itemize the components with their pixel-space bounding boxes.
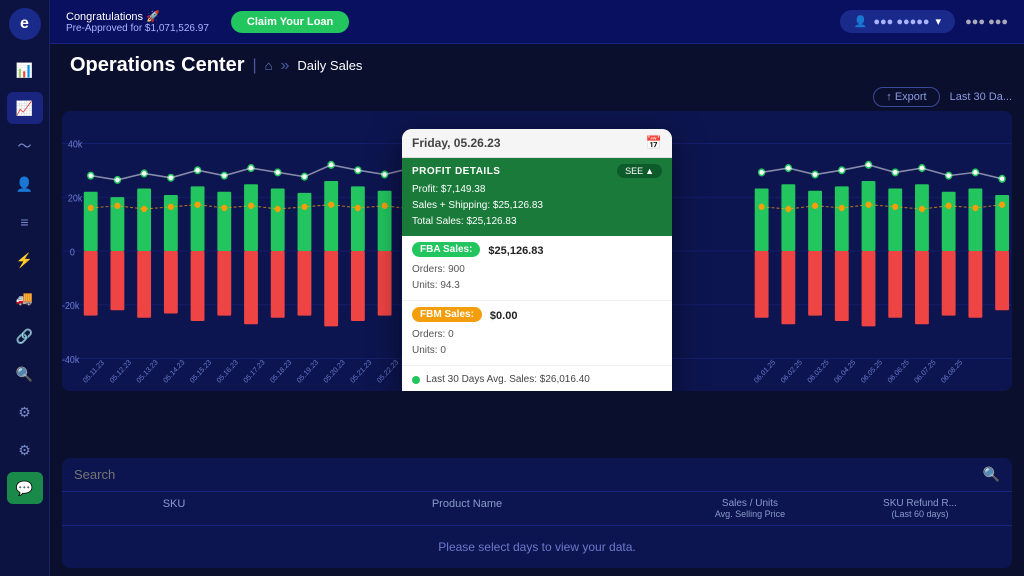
search-bar: 🔍 (62, 458, 1012, 492)
svg-text:05.20.23: 05.20.23 (322, 358, 347, 385)
export-button[interactable]: ↑ Export (873, 87, 939, 107)
col-header-sku: SKU (74, 498, 274, 519)
sidebar-item-menu[interactable]: ≡ (7, 206, 43, 238)
sidebar-logo[interactable]: e (9, 8, 41, 40)
breadcrumb-current-page: Daily Sales (297, 58, 362, 73)
svg-text:-20k: -20k (62, 301, 80, 311)
avg-section: Last 30 Days Avg. Sales: $26,016.40 Last… (402, 366, 672, 391)
chart-area: ↑ Export Last 30 Da... 40k 20k 0 -20k -4… (50, 83, 1024, 458)
breadcrumb-arrow: » (281, 57, 290, 75)
main-content: Congratulations 🚀 Pre-Approved for $1,07… (50, 0, 1024, 576)
congrats-text: Congratulations 🚀 (66, 10, 209, 23)
account-label: ●●● ●●● (965, 16, 1008, 28)
topbar-right: 👤 ●●● ●●●●● ▾ ●●● ●●● (840, 10, 1008, 33)
bottom-table-section: 🔍 SKU Product Name Sales / Units Avg. Se… (62, 458, 1012, 568)
breadcrumb-separator: | (252, 57, 256, 75)
svg-text:-40k: -40k (62, 355, 80, 365)
sidebar-item-pulse[interactable]: 〜 (7, 130, 43, 162)
breadcrumb-home-icon[interactable]: ⌂ (265, 58, 273, 73)
fba-section: FBA Sales: $25,126.83 Orders: 900 Units:… (402, 236, 672, 301)
svg-text:05.18.23: 05.18.23 (268, 358, 293, 385)
col-header-sku-refund: SKU Refund R... (Last 60 days) (840, 498, 1000, 519)
sidebar-item-user[interactable]: 👤 (7, 168, 43, 200)
search-icon[interactable]: 🔍 (983, 466, 1000, 483)
user-button[interactable]: 👤 ●●● ●●●●● ▾ (840, 10, 955, 33)
fbm-units: Units: 0 (412, 343, 662, 359)
svg-text:06.07.25: 06.07.25 (912, 358, 937, 385)
fbm-orders: Orders: 0 (412, 327, 662, 343)
fbm-section: FBM Sales: $0.00 Orders: 0 Units: 0 (402, 301, 672, 366)
sidebar-item-search[interactable]: 🔍 (7, 358, 43, 390)
svg-text:06.05.25: 06.05.25 (859, 358, 884, 385)
topbar: Congratulations 🚀 Pre-Approved for $1,07… (50, 0, 1024, 44)
svg-text:05.11.23: 05.11.23 (81, 358, 106, 385)
sidebar-item-chat[interactable]: 💬 (7, 472, 43, 504)
fbm-amount: $0.00 (490, 310, 518, 322)
profit-details: Profit: $7,149.38 Sales + Shipping: $25,… (412, 182, 662, 230)
svg-text:06.01.25: 06.01.25 (752, 358, 777, 385)
sidebar-item-lightning[interactable]: ⚡ (7, 244, 43, 276)
svg-text:05.12.23: 05.12.23 (108, 358, 133, 385)
loan-text: Pre-Approved for $1,071,526.97 (66, 23, 209, 34)
fba-amount: $25,126.83 (488, 245, 543, 257)
fbm-badge: FBM Sales: (412, 307, 482, 322)
calendar-icon: 📅 (646, 135, 662, 151)
svg-text:06.04.25: 06.04.25 (832, 358, 857, 385)
profit-section-header: PROFIT DETAILS SEE ▲ (412, 164, 662, 178)
svg-text:05.19.23: 05.19.23 (295, 358, 320, 385)
tooltip-header: Friday, 05.26.23 📅 (402, 129, 672, 158)
sidebar: e 📊 📈 〜 👤 ≡ ⚡ 🚚 🔗 🔍 ⚙ ⚙ 💬 (0, 0, 50, 576)
chart-toolbar: ↑ Export Last 30 Da... (62, 87, 1012, 107)
svg-text:05.14.23: 05.14.23 (161, 358, 186, 385)
dropdown-icon: ▾ (936, 15, 942, 28)
profit-section: PROFIT DETAILS SEE ▲ Profit: $7,149.38 S… (402, 158, 672, 236)
page-header: Operations Center | ⌂ » Daily Sales (50, 44, 1024, 83)
sidebar-item-link[interactable]: 🔗 (7, 320, 43, 352)
sidebar-item-settings2[interactable]: ⚙ (7, 434, 43, 466)
col-header-sales: Sales / Units Avg. Selling Price (660, 498, 840, 519)
last30-label: Last 30 Da... (950, 91, 1012, 103)
svg-text:06.03.25: 06.03.25 (805, 358, 830, 385)
claim-loan-button[interactable]: Claim Your Loan (231, 11, 349, 33)
chart-container: 40k 20k 0 -20k -40k (62, 111, 1012, 391)
search-input[interactable] (74, 467, 975, 482)
sidebar-item-gear[interactable]: ⚙ (7, 396, 43, 428)
svg-text:05.17.23: 05.17.23 (241, 358, 266, 385)
fba-units: Units: 94.3 (412, 278, 662, 294)
table-header-row: SKU Product Name Sales / Units Avg. Sell… (62, 492, 1012, 526)
sidebar-item-trending[interactable]: 📈 (7, 92, 43, 124)
svg-text:05.22.23: 05.22.23 (375, 358, 400, 385)
user-name-label: ●●● ●●●●● (873, 16, 929, 28)
sidebar-item-chart[interactable]: 📊 (7, 54, 43, 86)
table-empty-status: Please select days to view your data. (62, 526, 1012, 568)
tooltip-date: Friday, 05.26.23 (412, 136, 501, 150)
svg-text:0: 0 (70, 247, 75, 257)
chart-tooltip: Friday, 05.26.23 📅 PROFIT DETAILS SEE ▲ … (402, 129, 672, 391)
svg-text:05.13.23: 05.13.23 (135, 358, 160, 385)
profit-section-label: PROFIT DETAILS (412, 166, 500, 177)
svg-text:06.02.25: 06.02.25 (779, 358, 804, 385)
avg-sales-dot (412, 376, 420, 384)
avg-sales-row: Last 30 Days Avg. Sales: $26,016.40 (412, 371, 662, 388)
topbar-promo: Congratulations 🚀 Pre-Approved for $1,07… (66, 10, 209, 34)
profit-see-button[interactable]: SEE ▲ (617, 164, 662, 178)
svg-text:05.21.23: 05.21.23 (348, 358, 373, 385)
svg-text:06.06.25: 06.06.25 (886, 358, 911, 385)
svg-text:06.08.25: 06.08.25 (939, 358, 964, 385)
svg-text:40k: 40k (68, 139, 83, 149)
fba-badge: FBA Sales: (412, 242, 480, 257)
svg-text:05.15.23: 05.15.23 (188, 358, 213, 385)
fba-orders: Orders: 900 (412, 262, 662, 278)
svg-text:20k: 20k (68, 193, 83, 203)
sidebar-item-truck[interactable]: 🚚 (7, 282, 43, 314)
user-avatar-icon: 👤 (854, 15, 868, 28)
avg-profit-row: Last 30 Days Avg. Profit: $10,543.89 (412, 388, 662, 391)
page-title: Operations Center (70, 54, 244, 77)
col-header-product: Product Name (274, 498, 660, 519)
svg-text:05.16.23: 05.16.23 (215, 358, 240, 385)
